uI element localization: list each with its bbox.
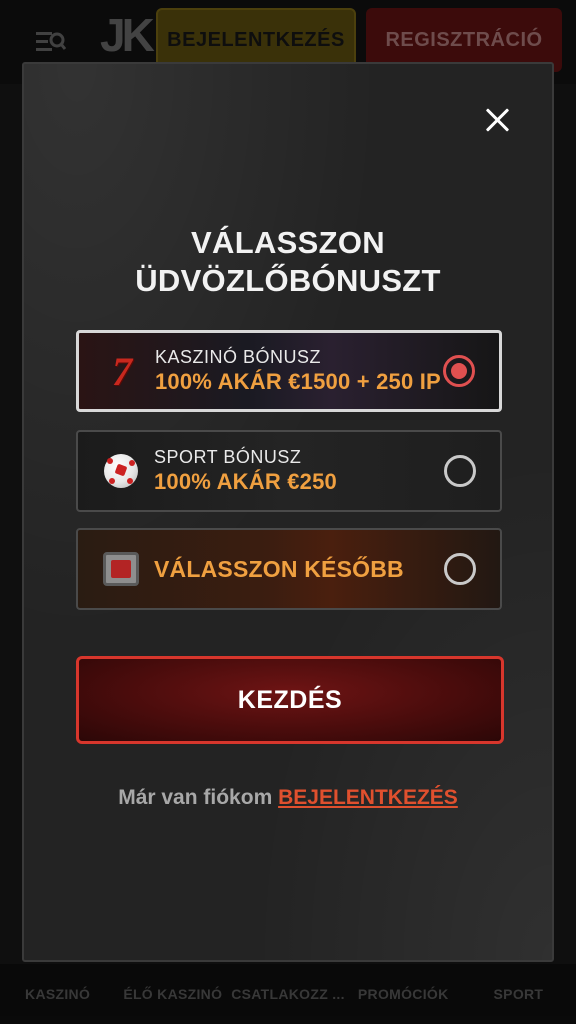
welcome-bonus-modal: VÁLASSZON ÜDVÖZLŐBÓNUSZT 7 KASZINÓ BÓNUS…: [22, 62, 554, 962]
bonus-option-sport[interactable]: SPORT BÓNUSZ 100% AKÁR €250: [76, 430, 502, 512]
modal-title: VÁLASSZON ÜDVÖZLŐBÓNUSZT: [24, 224, 552, 300]
clock-icon: [102, 550, 140, 588]
start-button[interactable]: KEZDÉS: [76, 656, 504, 744]
login-prompt-text: Már van fiókom: [118, 786, 273, 809]
login-link[interactable]: BEJELENTKEZÉS: [278, 786, 458, 809]
bonus-option-later[interactable]: VÁLASSZON KÉSŐBB: [76, 528, 502, 610]
radio-later[interactable]: [444, 553, 476, 585]
bonus-option-label: SPORT BÓNUSZ: [154, 447, 302, 467]
bonus-option-value: VÁLASSZON KÉSŐBB: [154, 556, 404, 582]
bonus-option-sport-text: SPORT BÓNUSZ 100% AKÁR €250: [154, 446, 337, 496]
bonus-option-casino-text: KASZINÓ BÓNUSZ 100% AKÁR €1500 + 250 IP: [155, 346, 441, 396]
seven-icon: 7: [112, 348, 132, 394]
modal-title-line1: VÁLASSZON: [191, 225, 385, 260]
modal-title-line2: ÜDVÖZLŐBÓNUSZT: [135, 263, 441, 298]
close-icon[interactable]: [482, 104, 514, 136]
bonus-option-value: 100% AKÁR €250: [154, 469, 337, 494]
radio-sport[interactable]: [444, 455, 476, 487]
radio-casino[interactable]: [443, 355, 475, 387]
soccer-ball-icon: [102, 452, 140, 490]
login-prompt: Már van fiókom BEJELENTKEZÉS: [24, 786, 552, 810]
bonus-option-label: KASZINÓ BÓNUSZ: [155, 347, 322, 367]
bonus-option-later-text: VÁLASSZON KÉSŐBB: [154, 555, 404, 583]
bonus-option-casino[interactable]: 7 KASZINÓ BÓNUSZ 100% AKÁR €1500 + 250 I…: [76, 330, 502, 412]
bonus-option-value: 100% AKÁR €1500 + 250 IP: [155, 369, 441, 394]
